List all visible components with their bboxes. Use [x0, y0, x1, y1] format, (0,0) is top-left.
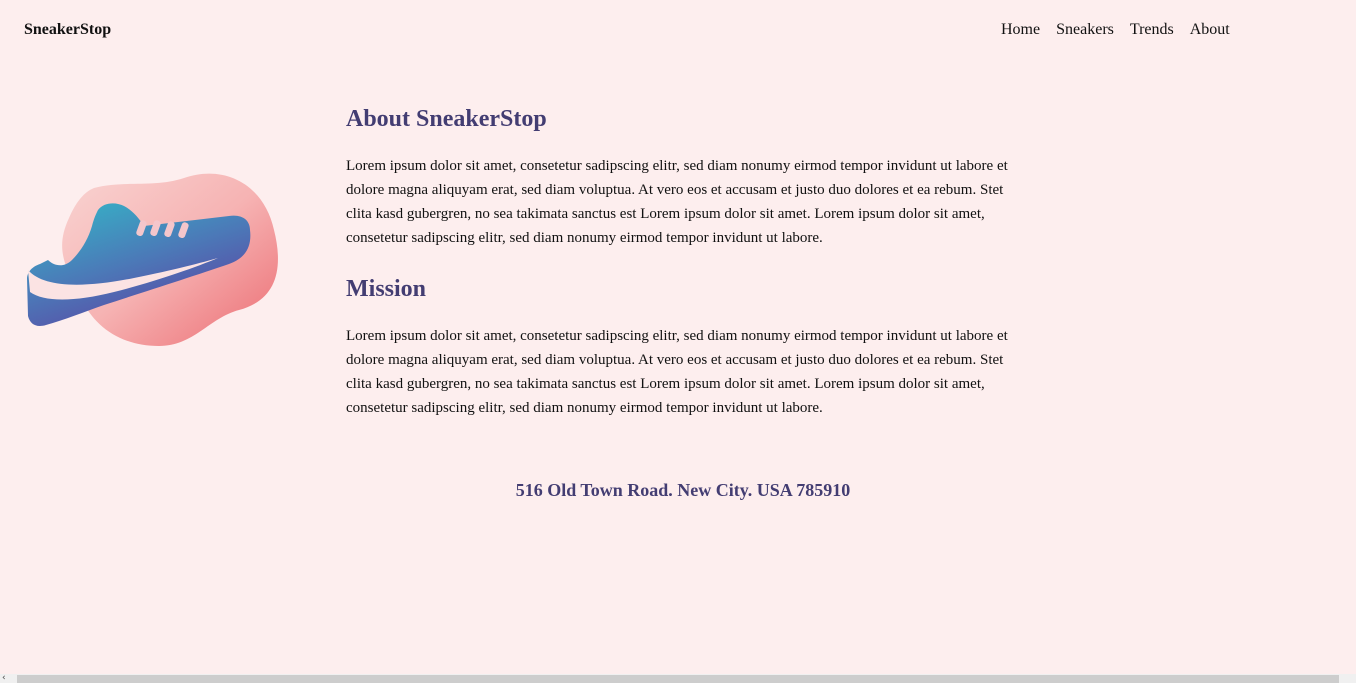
mission-title: Mission	[346, 276, 427, 302]
horizontal-scrollbar[interactable]: ‹	[0, 674, 1356, 683]
footer-address: 516 Old Town Road. New City. USA 785910	[515, 480, 851, 500]
scrollbar-thumb[interactable]	[17, 675, 1339, 683]
mission-body: Lorem ipsum dolor sit amet, consetetur s…	[346, 328, 1008, 416]
page: SneakerStop Home Sneakers Trends About A…	[0, 0, 1356, 683]
sneaker-icon	[27, 173, 278, 346]
sneaker-illustration	[24, 160, 286, 352]
top-nav: Home Sneakers Trends About	[1001, 21, 1246, 39]
nav-home[interactable]: Home	[1001, 21, 1040, 39]
brand-logo[interactable]: SneakerStop	[24, 21, 111, 39]
nav-sneakers[interactable]: Sneakers	[1056, 21, 1114, 39]
about-title: About SneakerStop	[346, 106, 547, 132]
nav-about[interactable]: About	[1190, 21, 1230, 39]
about-body: Lorem ipsum dolor sit amet, consetetur s…	[346, 158, 1008, 246]
main-content: About SneakerStop Lorem ipsum dolor sit …	[346, 102, 1018, 420]
nav-trends[interactable]: Trends	[1130, 21, 1174, 39]
scroll-left-icon[interactable]: ‹	[2, 674, 6, 683]
